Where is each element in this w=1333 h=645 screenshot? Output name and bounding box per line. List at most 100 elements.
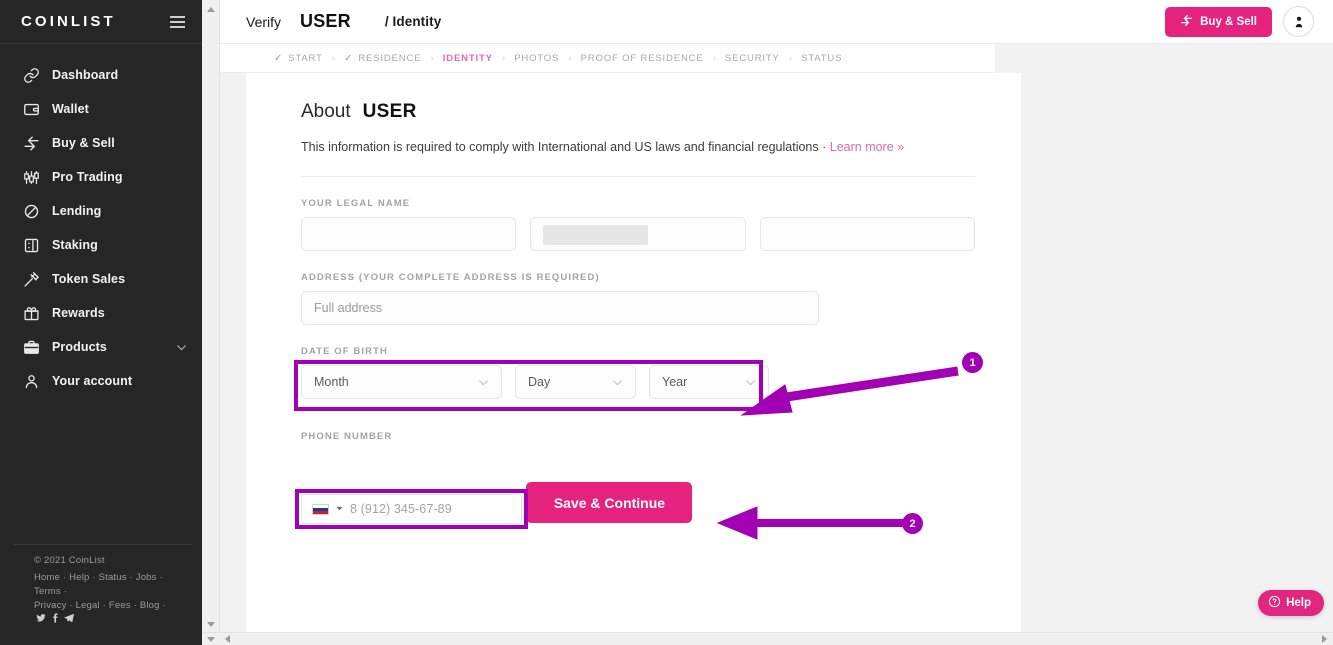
phone-input[interactable]: 8 (912) 345-67-89 (301, 494, 522, 524)
footer-links[interactable]: Home · Help · Status · Jobs · Terms · Pr… (34, 571, 172, 627)
step-status[interactable]: STATUS (801, 53, 842, 64)
sidebar-item-label: Dashboard (52, 68, 119, 82)
app-root: COINLIST Dashboard Wallet Buy & Sell Pro… (0, 0, 1333, 645)
country-flag-icon[interactable] (312, 503, 329, 515)
scroll-left-arrow-icon[interactable] (219, 633, 236, 645)
address-label: ADDRESS (YOUR COMPLETE ADDRESS IS REQUIR… (301, 272, 600, 283)
learn-more-link[interactable]: Learn more » (830, 140, 904, 154)
form-description: This information is required to comply w… (301, 140, 975, 154)
sidebar-item-buy-sell[interactable]: Buy & Sell (0, 126, 202, 160)
step-label: START (288, 52, 323, 64)
sidebar-item-lending[interactable]: Lending (0, 194, 202, 228)
check-icon: ✓ (274, 52, 284, 64)
briefcase-icon (20, 337, 42, 357)
horizontal-scrollbar[interactable] (202, 632, 1333, 645)
check-icon: ✓ (344, 52, 354, 64)
link-icon (20, 65, 42, 85)
hamburger-icon[interactable] (170, 15, 185, 28)
coinlist-logo: COINLIST (21, 13, 116, 30)
footer-links-line-1[interactable]: Home · Help · Status · Jobs · Terms · (34, 572, 163, 597)
address-field[interactable]: Full address (301, 291, 819, 325)
sidebar-item-pro-trading[interactable]: Pro Trading (0, 160, 202, 194)
sidebar-item-label: Pro Trading (52, 170, 123, 184)
scroll-down-arrow-icon[interactable] (202, 633, 219, 645)
arrows-icon (1180, 14, 1193, 30)
address-placeholder: Full address (314, 301, 383, 315)
sidebar-item-rewards[interactable]: Rewards (0, 296, 202, 330)
redaction-block (543, 225, 649, 245)
main-content: Verify USER / Identity Buy & Sell ✓ STAR… (220, 0, 1333, 632)
sidebar-item-label: Rewards (52, 306, 105, 320)
save-continue-button[interactable]: Save & Continue (526, 482, 693, 523)
sidebar-item-label: Buy & Sell (52, 136, 115, 150)
date-of-birth-label: DATE OF BIRTH (301, 346, 388, 357)
dob-year-value: Year (662, 375, 688, 389)
sidebar-item-label: Wallet (52, 102, 89, 116)
step-label: PHOTOS (514, 52, 560, 64)
topbar: Verify USER / Identity Buy & Sell (220, 0, 1333, 44)
step-separator-icon: › (430, 52, 434, 64)
last-name-field[interactable] (759, 217, 975, 251)
twitter-icon (36, 614, 46, 622)
wallet-icon (20, 99, 42, 119)
step-proof-of-residence[interactable]: PROOF OF RESIDENCE (581, 53, 704, 64)
topbar-actions: Buy & Sell (1165, 6, 1321, 37)
gavel-icon (20, 269, 42, 289)
step-separator-icon: › (788, 52, 793, 64)
chevron-down-icon (744, 376, 757, 389)
step-start[interactable]: ✓ START (274, 53, 323, 64)
section-divider (301, 176, 975, 177)
legal-name-label: YOUR LEGAL NAME (301, 198, 411, 209)
step-identity[interactable]: IDENTITY (443, 53, 493, 64)
scroll-right-arrow-icon[interactable] (1316, 633, 1333, 645)
chevron-down-icon[interactable] (175, 341, 188, 354)
arrows-icon (20, 133, 42, 153)
buy-sell-button[interactable]: Buy & Sell (1165, 6, 1272, 37)
step-security[interactable]: SECURITY (725, 53, 780, 64)
dob-month-select[interactable]: Month (301, 365, 502, 399)
dob-year-select[interactable]: Year (649, 365, 769, 399)
dob-day-value: Day (528, 375, 551, 389)
sidebar-item-token-sales[interactable]: Token Sales (0, 262, 202, 296)
legal-name-row (301, 217, 975, 251)
sidebar-item-staking[interactable]: Staking (0, 228, 202, 262)
step-label: STATUS (801, 52, 843, 64)
phone-placeholder: 8 (912) 345-67-89 (350, 502, 452, 516)
gift-icon (20, 303, 42, 323)
topbar-verify-label: Verify (246, 13, 282, 30)
sidebar-footer: © 2021 CoinList Home · Help · Status · J… (14, 544, 192, 637)
step-residence[interactable]: ✓ RESIDENCE (344, 53, 421, 64)
sidebar-item-label: Lending (52, 204, 102, 218)
social-icons[interactable] (36, 613, 74, 623)
sidebar-item-label: Products (52, 340, 107, 354)
sidebar-item-dashboard[interactable]: Dashboard (0, 58, 202, 92)
step-photos[interactable]: PHOTOS (514, 53, 559, 64)
about-user-name: USER (362, 101, 417, 122)
phone-number-field: 8 (912) 345-67-89 (295, 489, 528, 529)
step-label: IDENTITY (442, 52, 493, 64)
staking-icon (20, 235, 42, 255)
sidebar-nav: Dashboard Wallet Buy & Sell Pro Trading … (0, 44, 202, 544)
step-separator-icon: › (568, 52, 572, 64)
lending-icon (20, 201, 42, 221)
chevron-down-icon[interactable] (335, 500, 344, 518)
dob-day-select[interactable]: Day (515, 365, 636, 399)
scroll-up-arrow-icon[interactable] (202, 2, 220, 16)
sidebar-item-your-account[interactable]: Your account (0, 364, 202, 398)
sidebar: COINLIST Dashboard Wallet Buy & Sell Pro… (0, 0, 202, 645)
annotation-badge-1: 1 (962, 352, 983, 373)
vertical-scrollbar[interactable] (202, 0, 220, 633)
help-button[interactable]: Help (1258, 590, 1324, 616)
first-name-field[interactable] (301, 217, 517, 251)
identity-form-card: About USER This information is required … (246, 73, 1021, 632)
account-avatar[interactable] (1283, 6, 1314, 37)
sidebar-item-products[interactable]: Products (0, 330, 202, 364)
step-label: RESIDENCE (358, 52, 422, 64)
footer-links-line-2[interactable]: Privacy · Legal · Fees · Blog · (34, 600, 166, 611)
middle-name-field[interactable] (530, 217, 746, 251)
sidebar-item-wallet[interactable]: Wallet (0, 92, 202, 126)
scroll-down-arrow-icon[interactable] (202, 617, 220, 631)
help-label: Help (1286, 597, 1311, 609)
phone-number-label: PHONE NUMBER (301, 431, 393, 442)
sidebar-item-label: Token Sales (52, 272, 126, 286)
